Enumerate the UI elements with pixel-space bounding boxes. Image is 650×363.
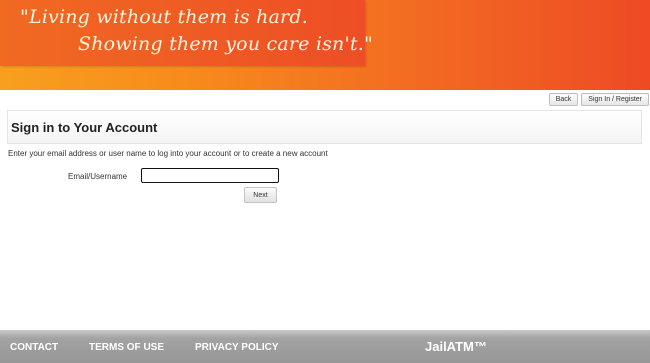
quote-line-2: Showing them you care isn't." bbox=[78, 33, 373, 55]
top-nav-buttons: Back Sign In / Register bbox=[548, 93, 649, 106]
sign-in-register-button[interactable]: Sign In / Register bbox=[581, 93, 649, 106]
page-title: Sign in to Your Account bbox=[11, 120, 158, 135]
back-button[interactable]: Back bbox=[548, 93, 579, 106]
next-button[interactable]: Next bbox=[244, 187, 277, 203]
quote-line-1: "Living without them is hard. bbox=[20, 6, 308, 28]
footer: CONTACT TERMS OF USE PRIVACY POLICY Jail… bbox=[0, 330, 650, 363]
header-banner: "Living without them is hard. Showing th… bbox=[0, 0, 650, 90]
email-username-label: Email/Username bbox=[68, 172, 128, 181]
email-username-input[interactable] bbox=[141, 168, 279, 183]
footer-link-terms-of-use[interactable]: TERMS OF USE bbox=[89, 342, 164, 353]
footer-brand: JailATM™ bbox=[425, 339, 487, 354]
instructions-text: Enter your email address or user name to… bbox=[8, 149, 328, 158]
page-heading-box: Sign in to Your Account bbox=[7, 110, 642, 144]
footer-link-contact[interactable]: CONTACT bbox=[10, 342, 58, 353]
footer-link-privacy-policy[interactable]: PRIVACY POLICY bbox=[195, 342, 279, 353]
quote-box: "Living without them is hard. Showing th… bbox=[0, 0, 373, 66]
